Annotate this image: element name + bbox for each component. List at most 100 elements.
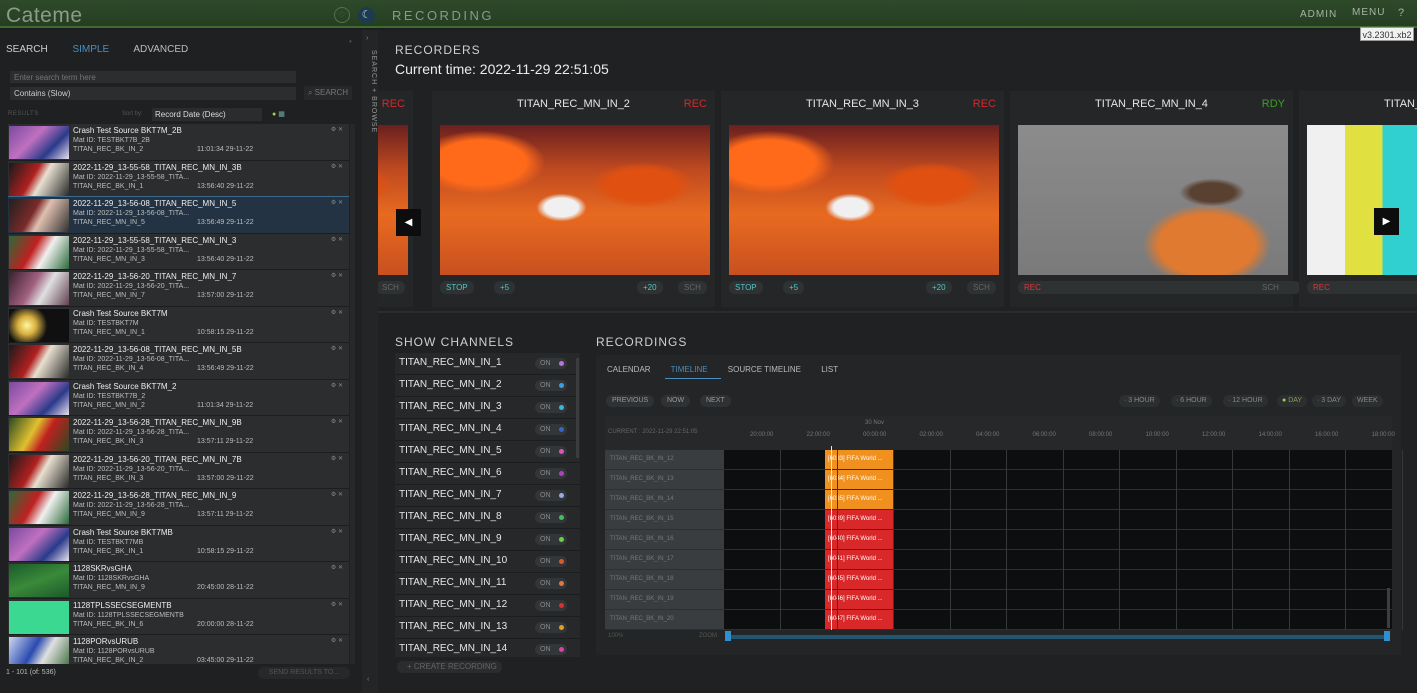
- tab-calendar[interactable]: CALENDAR: [607, 365, 651, 374]
- result-actions[interactable]: ⚙ ✕: [331, 637, 343, 644]
- recorder-stop-button[interactable]: STOP: [729, 281, 763, 294]
- result-actions[interactable]: ⚙ ✕: [331, 382, 343, 389]
- range-3-day[interactable]: · 3 DAY: [1312, 395, 1346, 407]
- tab-simple[interactable]: SIMPLE: [72, 44, 109, 55]
- result-actions[interactable]: ⚙ ✕: [331, 491, 343, 498]
- range-12-hour[interactable]: · 12 HOUR: [1223, 395, 1268, 407]
- settings-icon[interactable]: ⚙: [331, 456, 336, 462]
- channel-toggle[interactable]: ON: [535, 446, 567, 457]
- previous-button[interactable]: PREVIOUS: [606, 395, 655, 407]
- channel-toggle[interactable]: ON: [535, 402, 567, 413]
- result-thumbnail[interactable]: [9, 527, 69, 561]
- result-thumbnail[interactable]: [9, 637, 69, 664]
- channel-toggle[interactable]: ON: [535, 578, 567, 589]
- grid-view-icon[interactable]: ▦: [278, 111, 285, 118]
- result-thumbnail[interactable]: [9, 600, 69, 634]
- close-icon[interactable]: ✕: [338, 565, 343, 571]
- recorder-stop-button[interactable]: STOP: [440, 281, 474, 294]
- match-mode-select[interactable]: Contains (Slow): [10, 87, 296, 100]
- zoom-slider-track[interactable]: [725, 635, 1387, 639]
- result-actions[interactable]: ⚙ ✕: [331, 528, 343, 535]
- range-3-hour[interactable]: · 3 HOUR: [1119, 395, 1160, 407]
- channel-scrollbar[interactable]: [576, 358, 579, 458]
- settings-icon[interactable]: ⚙: [331, 529, 336, 535]
- recording-block[interactable]: [6039] FIFA World ...: [825, 510, 893, 529]
- recorder-sch-button[interactable]: SCH: [678, 281, 707, 294]
- settings-icon[interactable]: ⚙: [331, 237, 336, 243]
- settings-icon[interactable]: ⚙: [331, 602, 336, 608]
- result-row[interactable]: Crash Test Source BKT7MB Mat ID: TESTBKT…: [8, 525, 349, 562]
- result-thumbnail[interactable]: [9, 454, 69, 488]
- channel-toggle[interactable]: ON: [535, 644, 567, 655]
- recorder-rec-button[interactable]: REC: [1307, 281, 1417, 294]
- result-thumbnail[interactable]: [9, 272, 69, 305]
- carousel-next-button[interactable]: ▶: [1374, 208, 1399, 235]
- close-icon[interactable]: ✕: [338, 127, 343, 133]
- result-actions[interactable]: ⚙ ✕: [331, 236, 343, 243]
- view-toggle[interactable]: ● ▦: [272, 110, 285, 118]
- recording-block[interactable]: [6035] FIFA World ...: [825, 490, 893, 509]
- result-row[interactable]: 2022-11-29_13-56-08_TITAN_REC_MN_IN_5 Ma…: [8, 196, 349, 235]
- channel-toggle[interactable]: ON: [535, 358, 567, 369]
- help-icon[interactable]: ?: [1398, 7, 1404, 19]
- result-row[interactable]: 2022-11-29_13-56-28_TITAN_REC_MN_IN_9B M…: [8, 416, 349, 453]
- range-6-hour[interactable]: · 6 HOUR: [1171, 395, 1212, 407]
- channel-toggle[interactable]: ON: [535, 468, 567, 479]
- close-icon[interactable]: ✕: [338, 164, 343, 170]
- create-recording-button[interactable]: + CREATE RECORDING: [397, 661, 502, 673]
- main-menu-button[interactable]: MENU: [1352, 7, 1385, 18]
- zoom-handle-left[interactable]: [725, 631, 731, 641]
- now-button[interactable]: NOW: [661, 395, 691, 407]
- settings-icon[interactable]: ⚙: [331, 383, 336, 389]
- result-actions[interactable]: ⚙ ✕: [331, 272, 343, 279]
- result-row[interactable]: 2022-11-29_13-56-20_TITAN_REC_MN_IN_7B M…: [8, 452, 349, 489]
- recorder-video-preview[interactable]: [378, 125, 408, 275]
- channel-toggle[interactable]: ON: [535, 512, 567, 523]
- recorder-video-preview[interactable]: [729, 125, 999, 275]
- range-day[interactable]: ● DAY: [1277, 395, 1308, 407]
- close-icon[interactable]: ✕: [338, 456, 343, 462]
- send-results-button[interactable]: SEND RESULTS TO...: [258, 667, 350, 679]
- result-row[interactable]: 2022-11-29_13-56-28_TITAN_REC_MN_IN_9 Ma…: [8, 489, 349, 526]
- result-actions[interactable]: ⚙ ✕: [331, 309, 343, 316]
- settings-icon[interactable]: ⚙: [331, 492, 336, 498]
- result-actions[interactable]: ⚙ ✕: [331, 455, 343, 462]
- recording-block[interactable]: [6040] FIFA World ...: [825, 530, 893, 549]
- theme-moon-icon[interactable]: ☾: [358, 7, 375, 24]
- nav-toggle-icon[interactable]: ◌: [334, 7, 350, 23]
- result-thumbnail[interactable]: [9, 381, 69, 415]
- settings-icon[interactable]: ⚙: [331, 565, 336, 571]
- result-thumbnail[interactable]: [9, 418, 69, 451]
- sort-select[interactable]: Record Date (Desc): [152, 108, 262, 121]
- result-thumbnail[interactable]: [9, 235, 69, 269]
- close-icon[interactable]: ✕: [338, 383, 343, 389]
- recording-block[interactable]: [6034] FIFA World ...: [825, 470, 893, 489]
- channel-toggle[interactable]: ON: [535, 380, 567, 391]
- settings-icon[interactable]: ⚙: [331, 200, 336, 206]
- close-icon[interactable]: ✕: [338, 492, 343, 498]
- result-actions[interactable]: ⚙ ✕: [331, 345, 343, 352]
- settings-icon[interactable]: ⚙: [331, 638, 336, 644]
- recorder-video-preview[interactable]: [1307, 125, 1417, 275]
- result-actions[interactable]: ⚙ ✕: [331, 601, 343, 608]
- settings-icon[interactable]: ⚙: [331, 273, 336, 279]
- result-thumbnail[interactable]: [9, 491, 69, 524]
- chevron-left-icon[interactable]: ‹: [367, 676, 369, 683]
- carousel-prev-button[interactable]: ◀: [396, 209, 421, 236]
- result-row[interactable]: 2022-11-29_13-56-20_TITAN_REC_MN_IN_7 Ma…: [8, 270, 349, 307]
- result-row[interactable]: Crash Test Source BKT7M_2 Mat ID: TESTBK…: [8, 379, 349, 416]
- result-row[interactable]: 2022-11-29_13-55-58_TITAN_REC_MN_IN_3B M…: [8, 160, 349, 197]
- close-icon[interactable]: ✕: [338, 237, 343, 243]
- recording-block[interactable]: [6045] FIFA World ...: [825, 570, 893, 589]
- channel-toggle[interactable]: ON: [535, 556, 567, 567]
- recording-block[interactable]: [6033] FIFA World ...: [825, 450, 893, 469]
- settings-icon[interactable]: ⚙: [331, 164, 336, 170]
- tab-list[interactable]: LIST: [821, 365, 838, 374]
- zoom-handle-right[interactable]: [1384, 631, 1390, 641]
- tab-source-timeline[interactable]: SOURCE TIMELINE: [728, 365, 801, 374]
- result-actions[interactable]: ⚙ ✕: [331, 163, 343, 170]
- recorder-p20-button[interactable]: +20: [926, 281, 952, 294]
- close-icon[interactable]: ✕: [338, 273, 343, 279]
- result-thumbnail[interactable]: [9, 345, 69, 378]
- result-thumbnail[interactable]: [9, 564, 69, 597]
